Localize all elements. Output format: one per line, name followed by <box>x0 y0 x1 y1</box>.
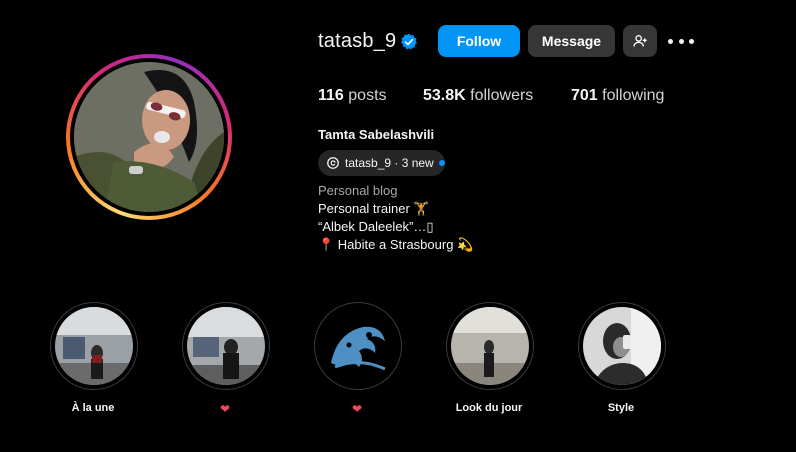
highlight-label: ❤ <box>219 402 231 416</box>
bio-line: Personal trainer 🏋 <box>318 201 430 216</box>
following-label: following <box>602 87 665 104</box>
bio-line: 📍 Habite a Strasbourg 💫 <box>318 237 474 252</box>
new-indicator-dot <box>438 160 445 166</box>
more-dot <box>689 38 694 44</box>
highlight-cover <box>451 307 529 385</box>
posts-number: 116 <box>318 87 344 104</box>
more-horizontal-icon <box>668 38 673 44</box>
message-button[interactable]: Message <box>528 25 615 57</box>
verified-badge-icon <box>401 33 417 50</box>
person-plus-icon <box>633 35 647 47</box>
following-link[interactable]: 701 following <box>571 87 664 105</box>
highlight-heart-2[interactable] <box>314 302 402 390</box>
profile-username: tatasb_9 <box>318 30 397 52</box>
profile-picture-ring[interactable] <box>66 54 232 220</box>
threads-badge[interactable]: tatasb_9 · 3 new <box>318 150 445 176</box>
follow-button[interactable]: Follow <box>438 25 520 57</box>
highlight-cover <box>55 307 133 385</box>
highlight-label: Style <box>607 402 635 414</box>
more-dot <box>678 38 684 44</box>
highlight-label: Look du jour <box>455 402 523 414</box>
highlight-look-du-jour[interactable] <box>446 302 534 390</box>
followers-number: 53.8K <box>423 87 466 104</box>
highlight-cover <box>583 307 661 385</box>
profile-picture[interactable] <box>74 62 224 212</box>
threads-icon <box>327 157 339 169</box>
followers-link[interactable]: 53.8K followers <box>423 87 533 105</box>
highlight-heart-1[interactable] <box>182 302 270 390</box>
bio-line: “Albek Daleelek”…▯ <box>318 219 434 234</box>
posts-label: posts <box>348 87 387 104</box>
threads-badge-text: tatasb_9 · 3 new <box>345 156 434 170</box>
highlight-cover <box>319 307 397 385</box>
suggested-accounts-button[interactable] <box>623 25 657 57</box>
wave-icon <box>319 307 397 385</box>
highlight-cover <box>187 307 265 385</box>
posts-count: 116 posts <box>318 87 387 105</box>
highlight-style[interactable] <box>578 302 666 390</box>
profile-photo-illustration <box>74 62 224 212</box>
highlight-label: ❤ <box>351 402 363 416</box>
following-number: 701 <box>571 87 598 104</box>
highlight-a-la-une[interactable] <box>50 302 138 390</box>
profile-full-name: Tamta Sabelashvili <box>318 127 435 142</box>
highlight-label: À la une <box>71 402 115 414</box>
more-options-button[interactable] <box>668 31 694 51</box>
profile-picture-gap <box>70 58 228 216</box>
profile-category: Personal blog <box>318 183 398 198</box>
followers-label: followers <box>470 87 534 104</box>
